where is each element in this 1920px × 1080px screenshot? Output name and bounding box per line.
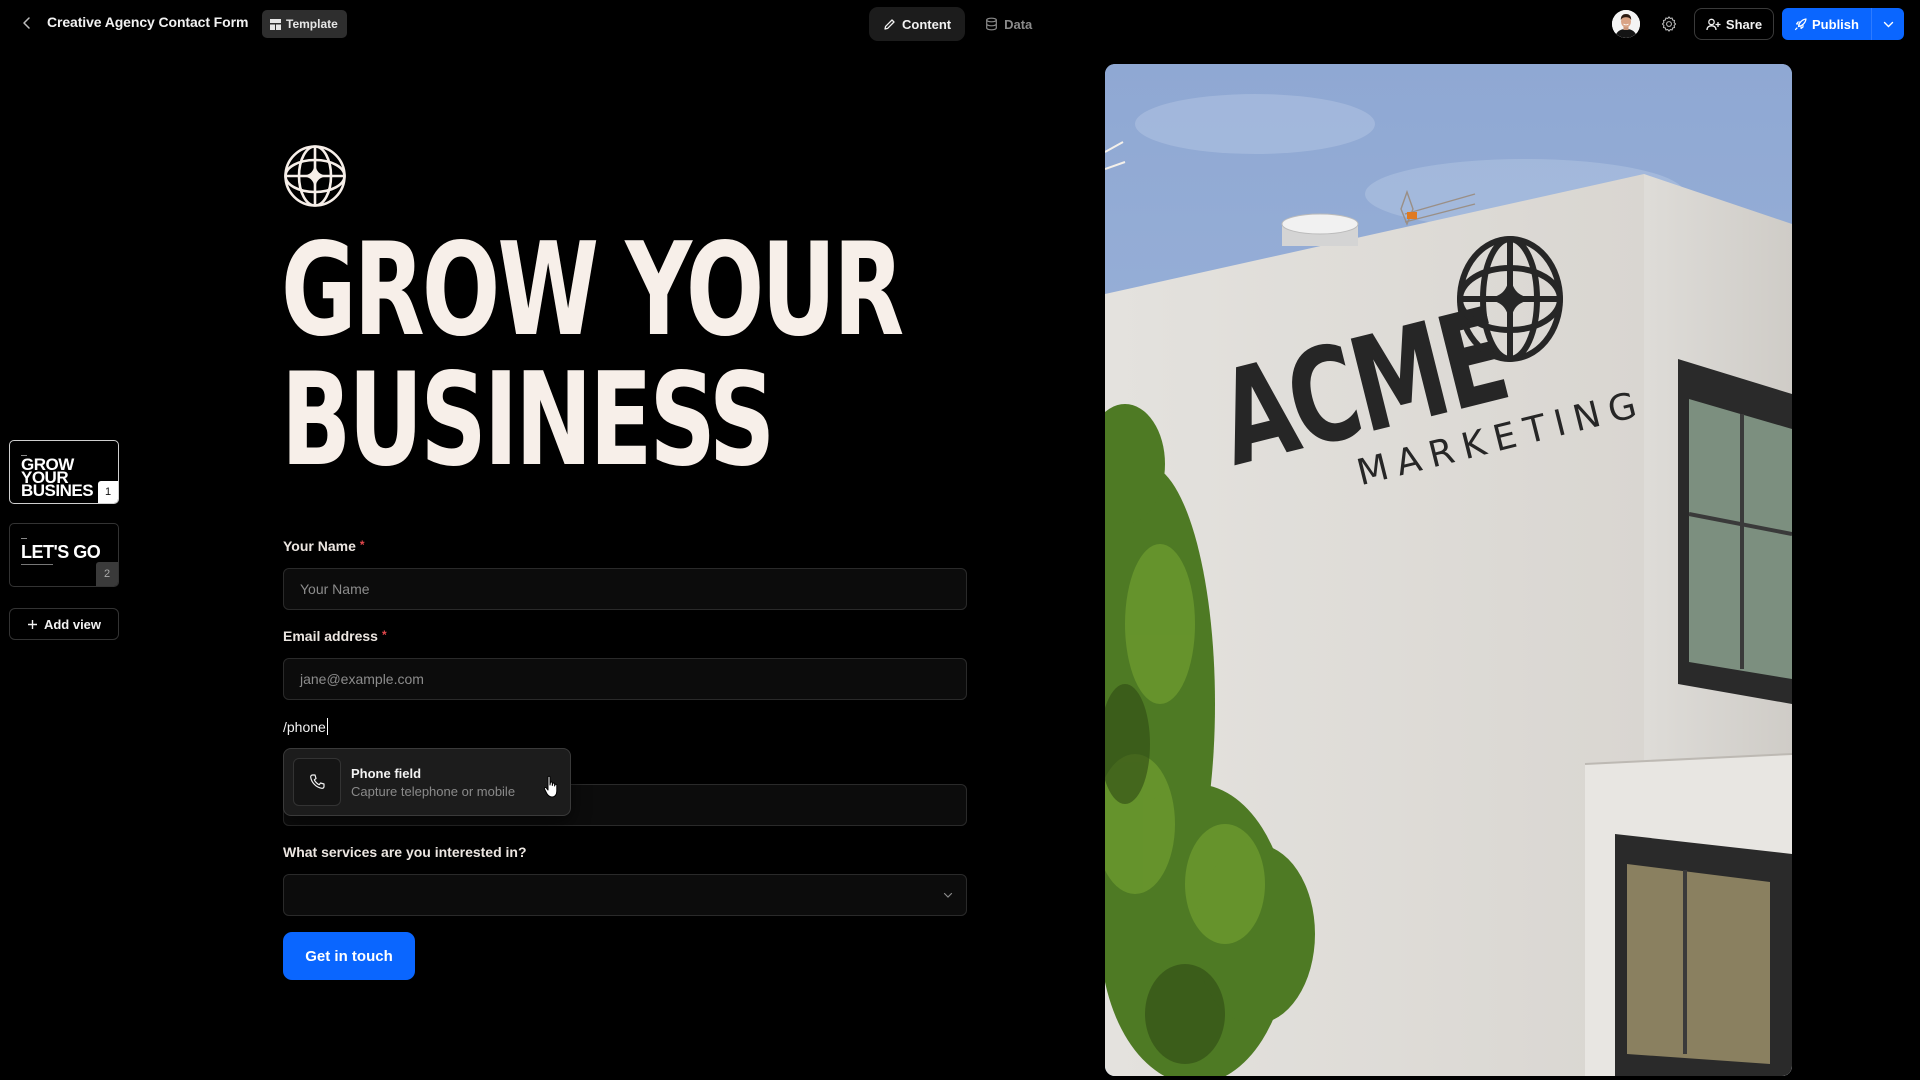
command-item-title: Phone field [351, 765, 422, 781]
pencil-icon [884, 18, 895, 30]
document-title[interactable]: Creative Agency Contact Form [47, 14, 248, 30]
plus-icon [27, 619, 37, 629]
back-button[interactable] [17, 13, 37, 33]
view-thumbnail-2[interactable]: LET'S GO 2 [9, 523, 119, 587]
share-label: Share [1725, 16, 1763, 32]
headline-line-2: BUSINESS [281, 346, 775, 495]
headline-line-1: GROW YOUR [281, 216, 904, 365]
slash-command-text: /phone [283, 718, 326, 735]
template-label: Template [286, 17, 338, 31]
template-badge[interactable]: Template [262, 10, 347, 38]
tab-content[interactable]: Content [869, 7, 966, 41]
user-avatar[interactable] [1612, 10, 1640, 38]
get-in-touch-button[interactable]: Get in touch [283, 932, 415, 980]
chevron-left-icon [23, 17, 30, 29]
settings-button[interactable] [1657, 12, 1681, 36]
publish-button[interactable]: Publish [1782, 8, 1871, 40]
tab-content-label: Content [902, 16, 952, 32]
name-label-text: Your Name [283, 538, 356, 554]
database-icon [986, 17, 998, 31]
view-thumbnail-title: LET'S GO [21, 542, 101, 562]
services-select[interactable] [283, 874, 967, 916]
globe-star-icon[interactable] [283, 144, 347, 208]
hand-pointer-cursor-icon [543, 775, 558, 798]
chevron-down-icon [943, 892, 953, 898]
gear-icon [1661, 16, 1677, 32]
thumb-subtitle-line [21, 564, 53, 565]
chevron-down-icon [1883, 21, 1893, 27]
name-input[interactable]: Your Name [283, 568, 967, 610]
add-view-label: Add view [43, 616, 102, 632]
phone-icon [310, 774, 325, 789]
tab-data[interactable]: Data [971, 7, 1046, 41]
email-input-placeholder: jane@example.com [300, 671, 424, 687]
command-item-description: Capture telephone or mobile [351, 783, 516, 799]
top-bar: Creative Agency Contact Form Template Co… [0, 0, 1920, 48]
command-item-texts: Phone field Capture telephone or mobile [351, 766, 515, 799]
phone-icon-box [293, 758, 341, 806]
hero-image[interactable]: ACME MARKETING [1105, 64, 1792, 1076]
tab-data-label: Data [1004, 16, 1033, 32]
add-view-button[interactable]: Add view [9, 608, 119, 640]
services-field-label: What services are you interested in? [283, 844, 527, 860]
user-plus-icon [1706, 18, 1721, 30]
view-thumbnail-1[interactable]: GROW YOUR BUSINES 1 [9, 440, 119, 504]
building-photo-illustration: ACME MARKETING [1105, 64, 1792, 1076]
view-number-badge: 1 [98, 481, 118, 503]
share-button[interactable]: Share [1694, 8, 1774, 40]
email-field-label: Email address * [283, 628, 387, 644]
command-menu-item-phone-field[interactable]: Phone field Capture telephone or mobile [283, 748, 571, 816]
slash-command-input[interactable]: /phone [283, 718, 328, 735]
publish-options-button[interactable] [1871, 8, 1904, 40]
publish-label: Publish [1812, 16, 1859, 32]
rocket-icon [1794, 17, 1807, 30]
email-label-text: Email address [283, 628, 378, 644]
required-marker: * [359, 538, 365, 552]
publish-button-group: Publish [1782, 8, 1904, 40]
name-field-label: Your Name * [283, 538, 365, 554]
required-marker: * [381, 628, 387, 642]
layout-icon [270, 18, 281, 30]
text-caret [326, 718, 328, 735]
view-thumbnail-title: GROW YOUR BUSINES [21, 455, 94, 500]
thumb-logo-mark [21, 538, 27, 539]
avatar-photo-icon [1612, 10, 1640, 38]
view-number-badge: 2 [96, 562, 118, 586]
mode-tabs: Content Data [869, 7, 1046, 41]
name-input-placeholder: Your Name [300, 581, 370, 597]
email-input[interactable]: jane@example.com [283, 658, 967, 700]
page-headline: GROW YOUR BUSINESS [281, 216, 904, 495]
